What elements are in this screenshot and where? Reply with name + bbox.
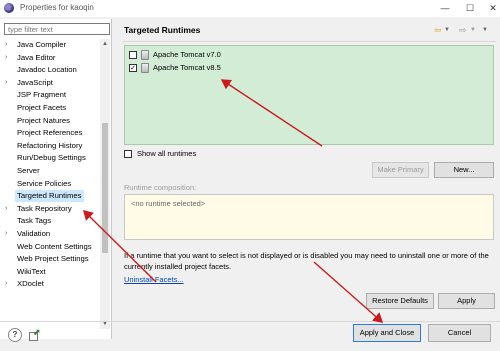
page-title: Targeted Runtimes xyxy=(124,25,201,35)
sidebar-item[interactable]: WikiText xyxy=(0,266,98,278)
show-all-runtimes-checkbox[interactable] xyxy=(124,150,132,158)
sidebar-item[interactable]: › XDoclet xyxy=(0,278,98,290)
sidebar-item[interactable]: Run/Debug Settings xyxy=(0,152,98,164)
sidebar-item-label: Validation xyxy=(17,229,51,238)
scroll-up-icon[interactable]: ▲ xyxy=(100,39,110,49)
sidebar-item-label: Web Content Settings xyxy=(17,241,92,251)
runtime-label: Apache Tomcat v8.5 xyxy=(153,63,221,72)
sidebar-item[interactable]: Task Tags xyxy=(0,215,98,227)
runtime-checkbox-checked[interactable]: ✓ xyxy=(129,64,137,72)
close-button[interactable]: ✕ xyxy=(478,0,500,17)
runtime-checkbox[interactable] xyxy=(129,51,137,59)
forward-arrow-icon[interactable]: ⇨ xyxy=(459,25,467,35)
sidebar-item[interactable]: Targeted Runtimes xyxy=(0,190,98,203)
sidebar-item[interactable]: Project References xyxy=(0,127,98,139)
targeted-runtimes-page: Targeted Runtimes ⇦ ▼ ⇨ ▼ ▼ Apache Tomca… xyxy=(118,19,498,319)
sidebar-item[interactable]: › Java Editor xyxy=(0,52,98,64)
sidebar-item-label: JavaScript xyxy=(17,77,53,87)
eclipse-logo-icon xyxy=(4,3,14,13)
export-preferences-icon[interactable]: ⬈ xyxy=(28,327,42,342)
sidebar-item[interactable]: › Validation xyxy=(0,228,98,240)
sidebar-item[interactable]: Javadoc Location xyxy=(0,64,98,76)
forward-dropdown-icon[interactable]: ▼ xyxy=(470,25,476,35)
expand-chevron-icon[interactable]: › xyxy=(5,39,13,51)
sidebar-item-label: Web Project Settings xyxy=(17,254,89,264)
sidebar-item[interactable]: › Java Compiler xyxy=(0,39,98,51)
sidebar-item-label: Java Compiler xyxy=(17,40,67,49)
server-icon xyxy=(141,50,149,60)
sidebar-item-label: Task Tags xyxy=(17,216,52,226)
title-bar: Properties for kaoqin — ☐ ✕ xyxy=(0,0,500,17)
sidebar-item-label: Project Natures xyxy=(17,115,70,125)
expand-chevron-icon[interactable]: › xyxy=(5,278,13,290)
server-icon xyxy=(141,63,149,73)
runtime-composition-empty-text: <no runtime selected> xyxy=(131,199,206,208)
scrollbar-thumb[interactable] xyxy=(102,123,108,253)
sidebar-item-label: Targeted Runtimes xyxy=(15,190,84,203)
uninstall-facets-link[interactable]: Uninstall Facets... xyxy=(124,275,184,284)
show-all-runtimes-label: Show all runtimes xyxy=(137,149,197,158)
help-icon[interactable]: ? xyxy=(8,328,22,342)
apply-and-close-button[interactable]: Apply and Close xyxy=(353,324,421,342)
sidebar-item[interactable]: › JavaScript xyxy=(0,77,98,89)
make-primary-button[interactable]: Make Primary xyxy=(372,162,429,178)
expand-chevron-icon[interactable]: › xyxy=(5,77,13,89)
sidebar-item[interactable]: Service Policies xyxy=(0,178,98,190)
sidebar-item[interactable]: Server xyxy=(0,165,98,177)
sidebar-item-label: Project Facets xyxy=(17,103,67,112)
sidebar-item-label: Refactoring History xyxy=(17,140,83,150)
new-runtime-button[interactable]: New... xyxy=(434,162,494,178)
runtime-label: Apache Tomcat v7.0 xyxy=(153,50,221,59)
runtime-composition-box: <no runtime selected> xyxy=(124,194,494,240)
sidebar-item[interactable]: Web Project Settings xyxy=(0,253,98,265)
sidebar-item-label: WikiText xyxy=(17,266,46,276)
sidebar-item[interactable]: › Task Repository xyxy=(0,203,98,215)
back-arrow-icon[interactable]: ⇦ xyxy=(434,25,442,35)
sidebar-item-label: XDoclet xyxy=(17,279,44,289)
cancel-button[interactable]: Cancel xyxy=(428,324,491,342)
sidebar-item[interactable]: JSP Fragment xyxy=(0,89,98,101)
tree-scrollbar[interactable]: ▲ ▼ xyxy=(100,39,110,329)
runtime-composition-label: Runtime composition: xyxy=(124,183,197,192)
sidebar-item-label: Run/Debug Settings xyxy=(17,153,86,163)
view-menu-icon[interactable]: ▼ xyxy=(482,25,488,35)
header-divider xyxy=(122,41,496,42)
sidebar-item-label: Task Repository xyxy=(17,203,72,213)
sidebar-item[interactable]: Web Content Settings xyxy=(0,241,98,253)
sidebar-item-label: Project References xyxy=(17,128,83,138)
apply-button[interactable]: Apply xyxy=(438,293,495,309)
sidebar-item-label: Service Policies xyxy=(17,178,72,188)
info-text: If a runtime that you want to select is … xyxy=(124,251,489,271)
runtime-list: Apache Tomcat v7.0 ✓ Apache Tomcat v8.5 xyxy=(124,45,494,145)
restore-defaults-button[interactable]: Restore Defaults xyxy=(366,293,434,309)
sidebar-item-label: Java Editor xyxy=(17,52,56,62)
expand-chevron-icon[interactable]: › xyxy=(5,52,13,64)
sidebar-item[interactable]: Refactoring History xyxy=(0,140,98,152)
expand-chevron-icon[interactable]: › xyxy=(5,228,13,240)
sidebar-item[interactable]: Project Natures xyxy=(0,115,98,127)
sidebar-item[interactable]: Project Facets xyxy=(0,102,98,114)
sidebar-item-label: Javadoc Location xyxy=(17,65,77,75)
expand-chevron-icon[interactable]: › xyxy=(5,203,13,215)
footer-divider xyxy=(0,321,500,322)
filter-input[interactable] xyxy=(4,23,110,35)
property-page-tree-panel: › Java Compiler › Java Editor Javadoc Locati… xyxy=(0,19,112,339)
sidebar-item-label: JSP Fragment xyxy=(17,90,66,100)
back-dropdown-icon[interactable]: ▼ xyxy=(444,25,450,35)
window-title: Properties for kaoqin xyxy=(20,3,94,12)
sidebar-item-label: Server xyxy=(17,166,40,175)
